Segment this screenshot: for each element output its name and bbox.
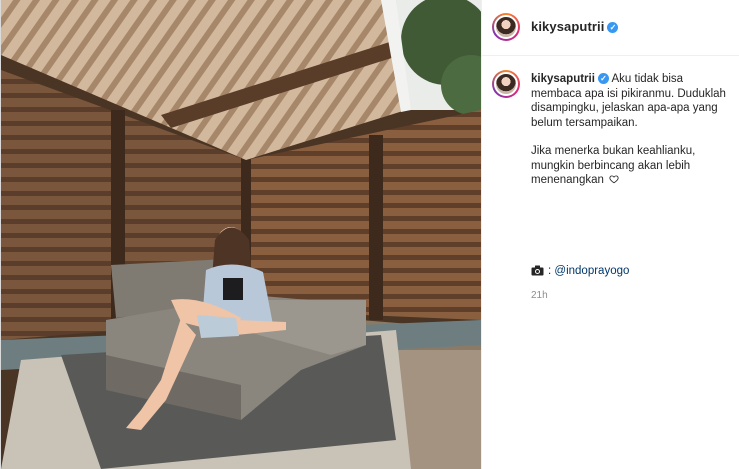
verified-badge-icon: ✓: [597, 73, 609, 84]
post-photo[interactable]: [1, 0, 481, 469]
camera-icon: [531, 265, 544, 276]
post-header: kikysaputrii ✓: [482, 0, 739, 56]
username-text[interactable]: kikysaputrii: [531, 19, 604, 34]
photo-illustration: [1, 0, 481, 469]
avatar[interactable]: [492, 70, 520, 98]
avatar[interactable]: [492, 13, 520, 41]
post-sidebar: kikysaputrii ✓ kikysaputrii ✓ Aku tidak bi…: [481, 0, 739, 469]
mention-link[interactable]: @indoprayogo: [554, 265, 629, 277]
caption-username[interactable]: kikysaputrii: [531, 73, 595, 85]
credit-colon: :: [548, 265, 552, 277]
caption-text: kikysaputrii ✓ Aku tidak bisa membaca apa…: [531, 72, 731, 188]
header-username[interactable]: kikysaputrii ✓: [531, 19, 619, 34]
verified-badge-icon: ✓: [607, 22, 619, 33]
white-heart-icon: [609, 175, 619, 184]
photo-credit: : @indoprayogo: [531, 265, 629, 277]
instagram-post: kikysaputrii ✓ kikysaputrii ✓ Aku tidak bi…: [0, 0, 739, 469]
post-timestamp[interactable]: 21h: [531, 290, 548, 301]
